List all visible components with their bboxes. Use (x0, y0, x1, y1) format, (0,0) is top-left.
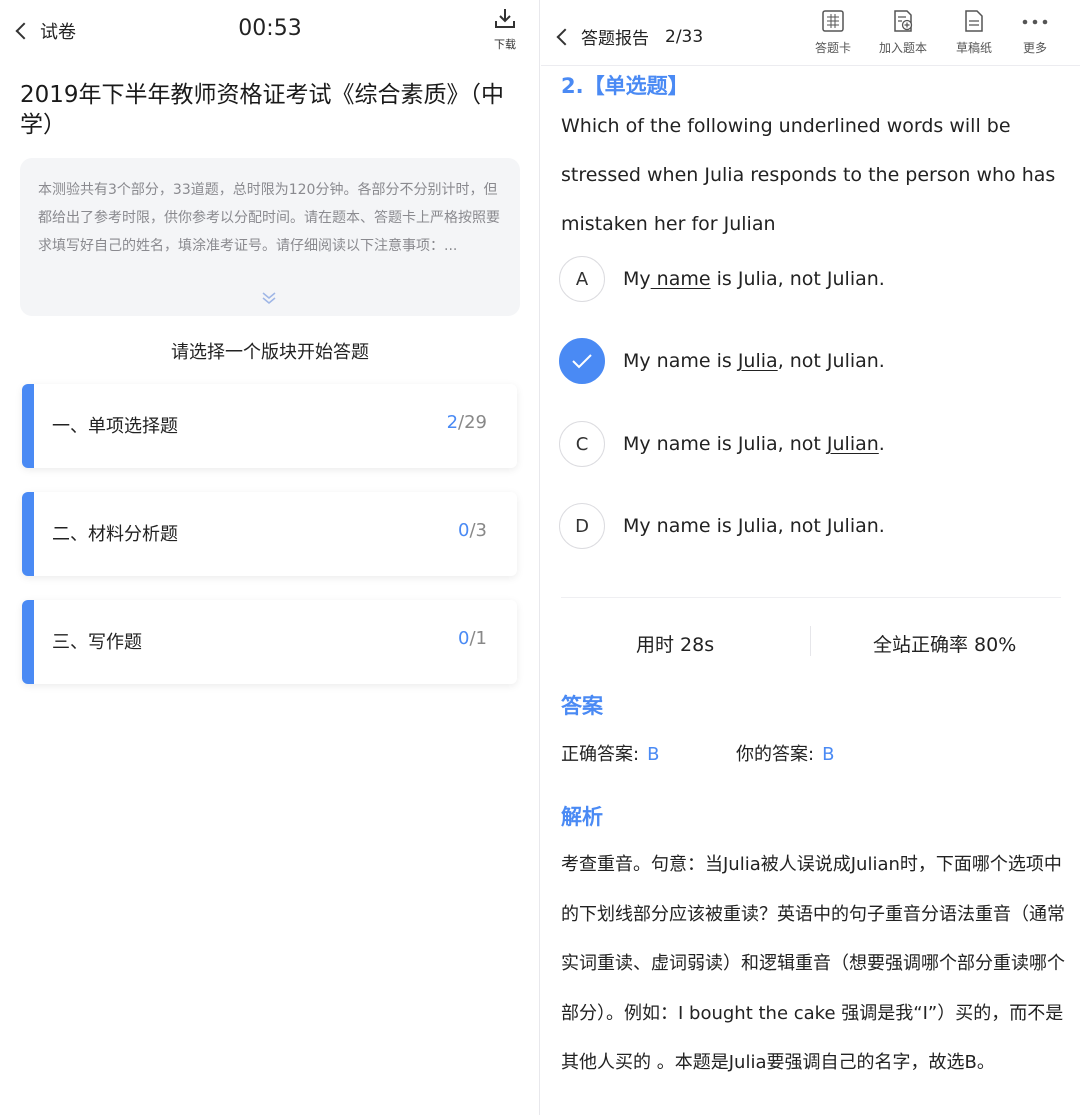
more-icon (1022, 19, 1048, 25)
your-answer-value: B (822, 744, 835, 765)
section-name: 一、单项选择题 (52, 416, 178, 437)
double-chevron-down-icon (262, 292, 276, 304)
your-answer-label: 你的答案: (736, 744, 815, 765)
download-button[interactable]: 下载 (490, 6, 520, 52)
answer-card-button[interactable]: 答题卡 (815, 10, 851, 56)
section-card-writing[interactable]: 三、写作题 0/1 (22, 600, 517, 684)
section-prompt: 请选择一个版块开始答题 (171, 342, 369, 363)
expand-description-button[interactable] (261, 290, 277, 309)
section-name: 二、材料分析题 (52, 524, 178, 545)
draft-paper-icon (965, 10, 983, 32)
exam-timer: 00:53 (238, 16, 302, 41)
exam-title: 2019年下半年教师资格证考试《综合素质》（中学） (20, 82, 505, 138)
option-letter-d: D (559, 503, 605, 549)
section-card-material-analysis[interactable]: 二、材料分析题 0/3 (22, 492, 517, 576)
exam-overview-pane: 试卷 00:53 下载 2019年下半年教师资格证考试《综合素质》（中学） 本测… (0, 0, 540, 1115)
download-icon (495, 9, 515, 28)
section-accent-bar (22, 600, 34, 684)
draft-paper-button[interactable]: 草稿纸 (956, 10, 992, 56)
more-button[interactable]: 更多 (1020, 10, 1050, 56)
section-name: 三、写作题 (52, 632, 142, 653)
correct-answer-value: B (647, 744, 660, 765)
section-progress: 2/29 (446, 412, 487, 433)
site-accuracy: 全站正确率 80% (873, 634, 1017, 656)
chevron-left-icon (556, 28, 574, 45)
question-stem: Which of the following underlined words … (561, 115, 1056, 235)
correct-answer-label: 正确答案: (561, 744, 640, 765)
section-progress: 0/1 (458, 628, 487, 649)
question-type: 2.【单选题】 (561, 74, 689, 98)
time-used: 用时 28s (636, 634, 715, 656)
report-back-button[interactable]: 答题报告 2/33 (556, 24, 704, 49)
add-note-icon (894, 10, 913, 32)
option-c[interactable]: C My name is Julia, not Julian. (559, 421, 1059, 467)
divider (561, 597, 1061, 598)
analysis-heading: 解析 (561, 805, 603, 829)
download-label: 下载 (494, 38, 516, 51)
answer-card-icon (822, 10, 844, 32)
option-text: My name is Julia, not Julian. (623, 350, 885, 372)
option-text: My name is Julia, not Julian. (623, 433, 885, 455)
stats-divider (810, 626, 811, 656)
add-note-label: 加入题本 (879, 41, 928, 55)
report-title: 答题报告 (581, 29, 649, 49)
option-selected-check (559, 338, 605, 384)
option-a[interactable]: A My name is Julia, not Julian. (559, 256, 1059, 302)
option-text: My name is Julia, not Julian. (623, 515, 885, 537)
checkmark-icon (572, 354, 592, 369)
section-accent-bar (22, 492, 34, 576)
your-answer: 你的答案: B (736, 740, 834, 766)
description-text: 本测验共有3个部分，33道题，总时限为120分钟。各部分不分别计时，但都给出了参… (38, 182, 500, 254)
section-progress: 0/3 (458, 520, 487, 541)
option-b[interactable]: My name is Julia, not Julian. (559, 338, 1059, 384)
option-letter-a: A (559, 256, 605, 302)
question-counter: 2/33 (665, 26, 704, 47)
answer-stats: 用时 28s 全站正确率 80% (541, 620, 1080, 664)
answer-card-label: 答题卡 (815, 41, 852, 55)
report-top-bar: 答题报告 2/33 答题卡 加入题本 草稿纸 更多 (541, 0, 1080, 66)
analysis-text: 考查重音。句意：当Julia被人误说成Julian时，下面哪个选项中的下划线部分… (561, 854, 1065, 1073)
option-text: My name is Julia, not Julian. (623, 268, 885, 290)
option-letter-c: C (559, 421, 605, 467)
answer-heading: 答案 (561, 694, 603, 718)
answer-report-pane: 答题报告 2/33 答题卡 加入题本 草稿纸 更多 2.【单选题】 Which … (541, 0, 1080, 1115)
section-accent-bar (22, 384, 34, 468)
answer-row: 正确答案: B 你的答案: B (561, 740, 834, 766)
add-to-notebook-button[interactable]: 加入题本 (879, 10, 927, 56)
top-bar: 试卷 00:53 下载 (0, 0, 540, 64)
more-label: 更多 (1022, 41, 1047, 55)
option-d[interactable]: D My name is Julia, not Julian. (559, 503, 1059, 549)
draft-paper-label: 草稿纸 (956, 41, 993, 55)
section-card-single-choice[interactable]: 一、单项选择题 2/29 (22, 384, 517, 468)
